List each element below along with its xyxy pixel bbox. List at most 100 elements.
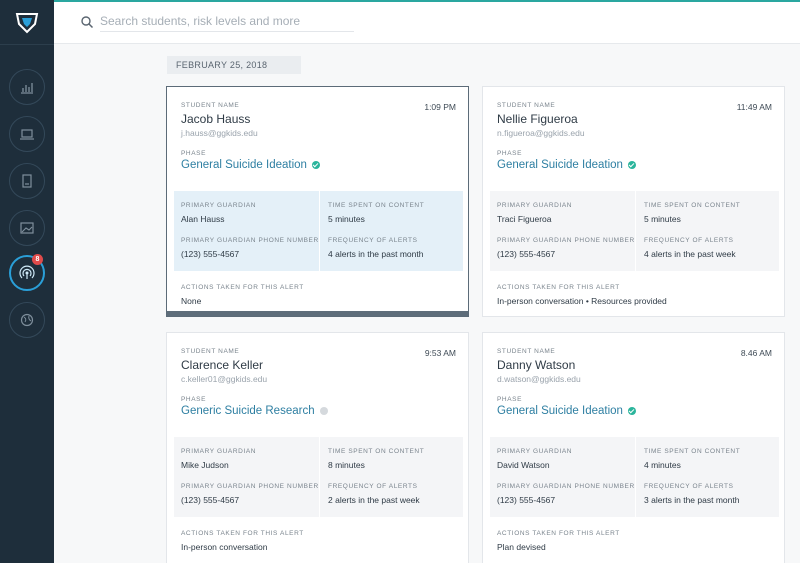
phone-label: PRIMARY GUARDIAN PHONE NUMBER xyxy=(497,483,635,490)
bar-chart-icon xyxy=(21,83,33,94)
frequency-value: 2 alerts in the past week xyxy=(328,495,420,505)
details-divider xyxy=(319,191,320,271)
phone-value: (123) 555-4567 xyxy=(497,495,556,505)
nav-alerts[interactable]: 8 xyxy=(9,254,45,291)
phone-label: PRIMARY GUARDIAN PHONE NUMBER xyxy=(497,237,635,244)
time-spent-label: TIME SPENT ON CONTENT xyxy=(644,448,741,455)
actions-label: ACTIONS TAKEN FOR THIS ALERT xyxy=(497,530,620,537)
alert-card[interactable]: STUDENT NAME 11:49 AM Nellie Figueroa n.… xyxy=(482,86,785,317)
alert-card[interactable]: STUDENT NAME 9:53 AM Clarence Keller c.k… xyxy=(166,332,469,563)
document-icon xyxy=(22,174,32,188)
verified-check-icon xyxy=(311,161,320,169)
guardian-value: Alan Hauss xyxy=(181,214,225,224)
phase-text: General Suicide Ideation xyxy=(497,159,623,171)
sidebar-divider xyxy=(0,44,54,45)
alert-time: 8.46 AM xyxy=(740,348,772,358)
alert-time: 1:09 PM xyxy=(424,102,456,112)
frequency-label: FREQUENCY OF ALERTS xyxy=(328,237,418,244)
actions-label: ACTIONS TAKEN FOR THIS ALERT xyxy=(181,530,304,537)
time-spent-value: 5 minutes xyxy=(644,214,681,224)
details-divider xyxy=(635,437,636,517)
student-name-label: STUDENT NAME xyxy=(497,348,556,355)
alert-time: 11:49 AM xyxy=(736,102,772,112)
student-name-label: STUDENT NAME xyxy=(181,348,240,355)
time-spent-value: 4 minutes xyxy=(644,460,681,470)
phone-value: (123) 555-4567 xyxy=(181,249,240,259)
shield-logo-icon[interactable] xyxy=(14,12,40,34)
student-email[interactable]: c.keller01@ggkids.edu xyxy=(181,374,267,384)
phase-value: Generic Suicide Research xyxy=(181,405,328,417)
student-name-label: STUDENT NAME xyxy=(497,102,556,109)
time-spent-label: TIME SPENT ON CONTENT xyxy=(328,202,425,209)
date-header: FEBRUARY 25, 2018 xyxy=(167,56,301,74)
actions-label: ACTIONS TAKEN FOR THIS ALERT xyxy=(181,284,304,291)
nav-global[interactable] xyxy=(9,302,45,338)
student-email[interactable]: d.watson@ggkids.edu xyxy=(497,374,581,384)
phase-text: General Suicide Ideation xyxy=(181,159,307,171)
phone-label: PRIMARY GUARDIAN PHONE NUMBER xyxy=(181,483,319,490)
nav-images[interactable] xyxy=(9,210,45,246)
phase-label: PHASE xyxy=(497,396,523,403)
student-name: Danny Watson xyxy=(497,358,576,372)
search-input[interactable] xyxy=(100,10,354,32)
actions-value: None xyxy=(181,296,202,306)
top-bar xyxy=(54,0,800,44)
selected-indicator xyxy=(167,311,468,316)
phone-value: (123) 555-4567 xyxy=(497,249,556,259)
nav-devices[interactable] xyxy=(9,116,45,152)
guardian-value: Mike Judson xyxy=(181,460,229,470)
frequency-label: FREQUENCY OF ALERTS xyxy=(644,237,734,244)
guardian-label: PRIMARY GUARDIAN xyxy=(497,202,573,209)
frequency-value: 4 alerts in the past week xyxy=(644,249,736,259)
student-name: Nellie Figueroa xyxy=(497,112,578,126)
guardian-value: David Watson xyxy=(497,460,550,470)
details-panel: PRIMARY GUARDIAN Alan Hauss TIME SPENT O… xyxy=(174,191,463,271)
phone-label: PRIMARY GUARDIAN PHONE NUMBER xyxy=(181,237,319,244)
alert-card[interactable]: STUDENT NAME 1:09 PM Jacob Hauss j.hauss… xyxy=(166,86,469,317)
search-icon xyxy=(81,16,94,29)
globe-icon xyxy=(20,313,34,327)
time-spent-value: 8 minutes xyxy=(328,460,365,470)
frequency-label: FREQUENCY OF ALERTS xyxy=(328,483,418,490)
phase-value: General Suicide Ideation xyxy=(181,159,320,171)
student-email[interactable]: j.hauss@ggkids.edu xyxy=(181,128,258,138)
student-email[interactable]: n.figueroa@ggkids.edu xyxy=(497,128,585,138)
alert-time: 9:53 AM xyxy=(424,348,456,358)
guardian-value: Traci Figueroa xyxy=(497,214,552,224)
frequency-value: 3 alerts in the past month xyxy=(644,495,740,505)
phase-label: PHASE xyxy=(181,150,207,157)
guardian-label: PRIMARY GUARDIAN xyxy=(181,448,257,455)
broadcast-icon xyxy=(19,265,35,279)
phase-text: General Suicide Ideation xyxy=(497,405,623,417)
student-name: Jacob Hauss xyxy=(181,112,251,126)
pending-status-icon xyxy=(319,407,328,415)
nav-analytics[interactable] xyxy=(9,69,45,105)
alert-card[interactable]: STUDENT NAME 8.46 AM Danny Watson d.wats… xyxy=(482,332,785,563)
student-name: Clarence Keller xyxy=(181,358,264,372)
time-spent-label: TIME SPENT ON CONTENT xyxy=(328,448,425,455)
phase-value: General Suicide Ideation xyxy=(497,159,636,171)
phase-value: General Suicide Ideation xyxy=(497,405,636,417)
details-panel: PRIMARY GUARDIAN David Watson TIME SPENT… xyxy=(490,437,779,517)
phase-label: PHASE xyxy=(497,150,523,157)
laptop-icon xyxy=(20,129,34,140)
sidebar: 8 xyxy=(0,0,54,563)
verified-check-icon xyxy=(627,161,636,169)
alert-count-badge: 8 xyxy=(32,254,43,265)
time-spent-value: 5 minutes xyxy=(328,214,365,224)
phone-value: (123) 555-4567 xyxy=(181,495,240,505)
guardian-label: PRIMARY GUARDIAN xyxy=(497,448,573,455)
actions-value: In-person conversation xyxy=(181,542,268,552)
frequency-label: FREQUENCY OF ALERTS xyxy=(644,483,734,490)
phase-text: Generic Suicide Research xyxy=(181,405,315,417)
details-divider xyxy=(635,191,636,271)
frequency-value: 4 alerts in the past month xyxy=(328,249,424,259)
top-accent-line xyxy=(54,0,800,2)
nav-documents[interactable] xyxy=(9,163,45,199)
actions-value: Plan devised xyxy=(497,542,546,552)
actions-value: In-person conversation • Resources provi… xyxy=(497,296,667,306)
actions-label: ACTIONS TAKEN FOR THIS ALERT xyxy=(497,284,620,291)
verified-check-icon xyxy=(627,407,636,415)
student-name-label: STUDENT NAME xyxy=(181,102,240,109)
phase-label: PHASE xyxy=(181,396,207,403)
